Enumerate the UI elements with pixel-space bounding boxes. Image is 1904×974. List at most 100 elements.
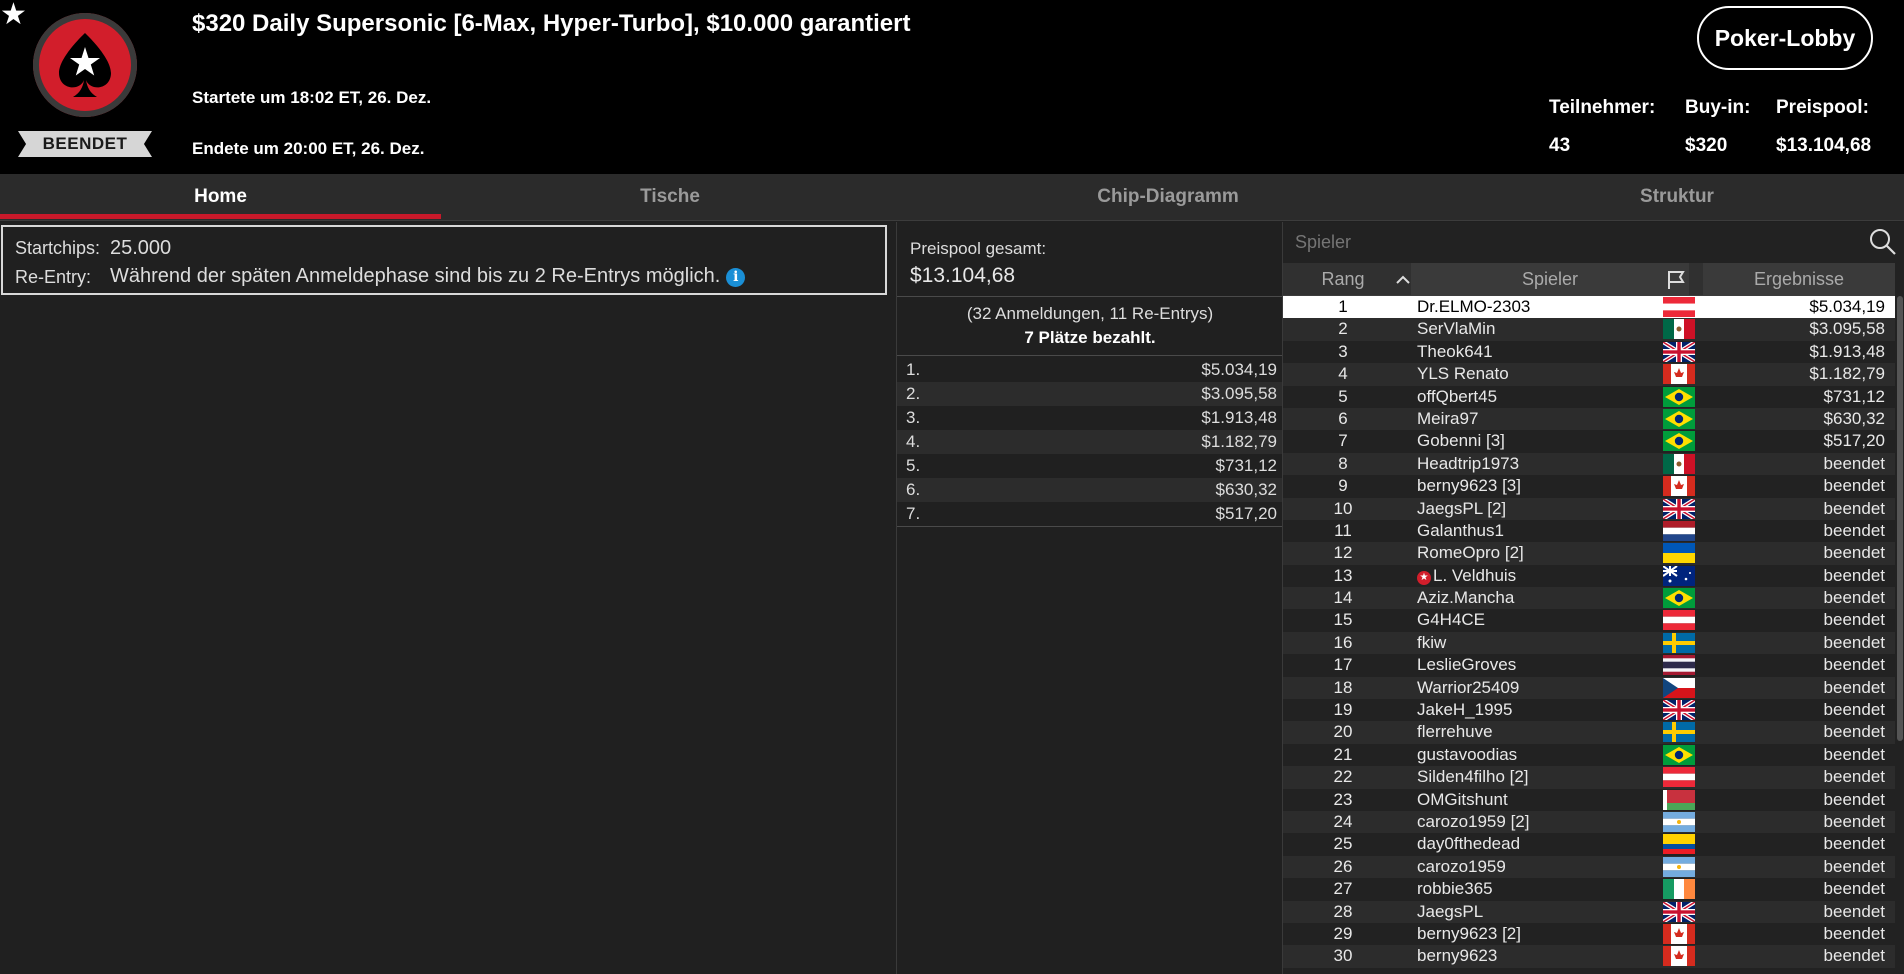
player-row[interactable]: 21 gustavoodias beendet <box>1283 744 1895 766</box>
player-rank: 23 <box>1333 789 1353 809</box>
tab-tische[interactable]: Tische <box>441 174 899 220</box>
player-name-cell: JaegsPL [2] <box>1417 498 1506 520</box>
payout-amount: $1.182,79 <box>1201 432 1277 451</box>
player-name: offQbert45 <box>1417 386 1498 406</box>
payout-row: 7. $517,20 <box>897 502 1283 526</box>
player-row[interactable]: 14 Aziz.Mancha beendet <box>1283 587 1895 610</box>
player-name: fkiw <box>1417 632 1447 652</box>
flag-icon[interactable] <box>1659 263 1693 295</box>
player-row[interactable]: 23 OMGitshunt beendet <box>1283 789 1895 811</box>
player-name: Galanthus1 <box>1417 520 1504 540</box>
player-result: beendet <box>1823 632 1885 652</box>
player-row[interactable]: 30 berny9623 beendet <box>1283 945 1895 968</box>
player-name: YLS Renato <box>1417 364 1509 384</box>
player-row[interactable]: 15 G4H4CE beendet <box>1283 609 1895 631</box>
player-name-cell: carozo1959 <box>1417 856 1506 878</box>
player-result: beendet <box>1823 700 1885 720</box>
player-name-cell: fkiw <box>1417 632 1446 654</box>
player-name: day0fthedead <box>1417 834 1521 854</box>
player-result: beendet <box>1823 655 1885 675</box>
austria-flag-icon <box>1663 767 1695 788</box>
player-row[interactable]: 5 offQbert45 $731,12 <box>1283 386 1895 408</box>
player-row[interactable]: 16 fkiw beendet <box>1283 631 1895 655</box>
player-rank: 5 <box>1338 386 1348 406</box>
player-rank: 14 <box>1333 588 1353 608</box>
startchips-value: 25.000 <box>110 237 172 259</box>
brazil-flag-icon <box>1663 408 1695 429</box>
player-name-cell: robbie365 <box>1417 878 1493 900</box>
brazil-flag-icon <box>1663 744 1695 765</box>
scrollbar[interactable] <box>1897 296 1903 741</box>
player-name-cell: SerVlaMin <box>1417 318 1495 340</box>
player-result: beendet <box>1823 744 1885 764</box>
player-name: G4H4CE <box>1417 610 1486 630</box>
results-column-header[interactable]: Ergebnisse <box>1703 263 1895 295</box>
player-rank: 28 <box>1333 901 1353 921</box>
player-rank: 16 <box>1333 632 1353 652</box>
reentry-value: Während der späten Anmeldephase sind bis… <box>110 265 721 287</box>
player-row[interactable]: 13 ★ L. Veldhuis beendet <box>1283 564 1895 587</box>
ecuador-flag-icon <box>1663 834 1695 855</box>
tab-chip-diagramm[interactable]: Chip-Diagramm <box>899 174 1437 220</box>
player-row[interactable]: 19 JakeH_1995 beendet <box>1283 698 1895 722</box>
player-search-input[interactable] <box>1283 222 1883 262</box>
player-row[interactable]: 26 carozo1959 beendet <box>1283 855 1895 879</box>
player-row[interactable]: 4 YLS Renato $1.182,79 <box>1283 363 1895 386</box>
player-row[interactable]: 3 Theok641 $1.913,48 <box>1283 340 1895 364</box>
player-row[interactable]: 10 JaegsPL [2] beendet <box>1283 496 1895 521</box>
player-row[interactable]: 17 LeslieGroves beendet <box>1283 654 1895 676</box>
player-row[interactable]: 8 Headtrip1973 beendet <box>1283 452 1895 476</box>
end-time: Endete um 20:00 ET, 26. Dez. <box>192 139 425 158</box>
player-result: beendet <box>1823 543 1885 563</box>
player-row[interactable]: 6 Meira97 $630,32 <box>1283 407 1895 431</box>
player-name-cell: Dr.ELMO-2303 <box>1417 296 1530 318</box>
star-icon[interactable]: ★ <box>0 0 27 30</box>
player-name: JaegsPL <box>1417 901 1484 921</box>
player-name-cell: RomeOpro [2] <box>1417 542 1524 564</box>
tab-struktur[interactable]: Struktur <box>1437 174 1904 220</box>
player-name: berny9623 [3] <box>1417 476 1521 496</box>
player-row[interactable]: 25 day0fthedead beendet <box>1283 833 1895 855</box>
mexico-flag-icon <box>1663 319 1695 340</box>
player-result: beendet <box>1823 811 1885 831</box>
player-row[interactable]: 9 berny9623 [3] beendet <box>1283 475 1895 497</box>
player-row[interactable]: 18 Warrior25409 beendet <box>1283 676 1895 700</box>
search-icon[interactable] <box>1869 228 1897 256</box>
player-row[interactable]: 28 JaegsPL beendet <box>1283 899 1895 924</box>
brazil-flag-icon <box>1663 588 1695 609</box>
player-result: $517,20 <box>1823 431 1885 451</box>
player-result: beendet <box>1823 767 1885 787</box>
player-name: Dr.ELMO-2303 <box>1417 297 1531 316</box>
player-rank: 27 <box>1333 879 1353 899</box>
startchips-label: Startchips: <box>15 238 101 258</box>
prize-pool-label: Preispool gesamt: <box>910 239 1047 258</box>
player-row[interactable]: 20 flerrehuve beendet <box>1283 721 1895 744</box>
player-rank: 29 <box>1333 923 1353 943</box>
poker-lobby-button[interactable]: Poker-Lobby <box>1697 6 1873 70</box>
player-column-header[interactable]: Spieler <box>1411 263 1689 295</box>
player-rank: 10 <box>1333 498 1353 518</box>
player-row[interactable]: 7 Gobenni [3] $517,20 <box>1283 430 1895 452</box>
prizepool-value: $13.104,68 <box>1776 135 1872 156</box>
payout-row: 5. $731,12 <box>897 454 1283 478</box>
player-row[interactable]: 12 RomeOpro [2] beendet <box>1283 542 1895 565</box>
payout-amount: $731,12 <box>1215 456 1277 475</box>
tournament-header: ★ BEENDET $320 Daily Supersonic [6-Max, … <box>0 0 1904 174</box>
rank-column-header[interactable]: Rang <box>1283 263 1403 295</box>
player-row[interactable]: 27 robbie365 beendet <box>1283 878 1895 900</box>
player-row[interactable]: 2 SerVlaMin $3.095,58 <box>1283 318 1895 341</box>
player-name: JakeH_1995 <box>1417 700 1513 720</box>
payout-amount: $5.034,19 <box>1201 360 1277 379</box>
payout-row: 2. $3.095,58 <box>897 382 1283 406</box>
player-name: Theok641 <box>1417 341 1493 361</box>
player-row[interactable]: 29 berny9623 [2] beendet <box>1283 923 1895 945</box>
player-name-cell: Headtrip1973 <box>1417 453 1519 475</box>
player-row[interactable]: 11 Galanthus1 beendet <box>1283 520 1895 542</box>
player-rank: 8 <box>1338 453 1348 473</box>
player-rank: 2 <box>1338 319 1348 339</box>
player-row[interactable]: 1 Dr.ELMO-2303 $5.034,19 <box>1283 296 1895 319</box>
info-icon[interactable]: i <box>726 268 746 287</box>
player-row[interactable]: 24 carozo1959 [2] beendet <box>1283 810 1895 834</box>
player-row[interactable]: 22 Silden4filho [2] beendet <box>1283 766 1895 789</box>
player-name: flerrehuve <box>1417 722 1493 742</box>
